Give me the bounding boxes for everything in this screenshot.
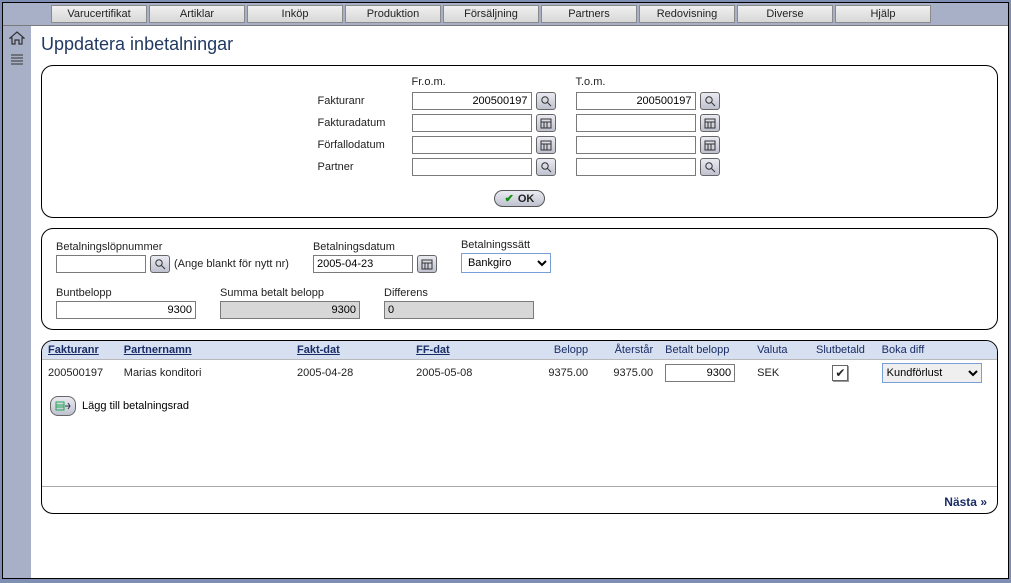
table-row: 200500197 Marias konditori 2005-04-28 20… (42, 360, 997, 387)
col-belopp: Belopp (529, 341, 594, 360)
search-icon[interactable] (536, 158, 556, 176)
fakturadatum-from-input[interactable] (412, 114, 532, 132)
list-icon[interactable] (8, 52, 26, 68)
col-ffdat[interactable]: FF-dat (410, 341, 529, 360)
ok-button[interactable]: ✔ OK (494, 190, 546, 207)
menu-partners[interactable]: Partners (541, 5, 637, 23)
check-icon: ✔ (505, 192, 514, 205)
menu-hjalp[interactable]: Hjälp (835, 5, 931, 23)
col-aterstar: Återstår (594, 341, 659, 360)
calendar-icon[interactable] (536, 114, 556, 132)
buntbelopp-label: Buntbelopp (56, 287, 196, 299)
from-header: Fr.o.m. (412, 76, 532, 88)
bokadiff-select[interactable]: Kundförlust (882, 363, 982, 383)
fakturadatum-to-input[interactable] (576, 114, 696, 132)
search-icon[interactable] (700, 158, 720, 176)
col-betalt: Betalt belopp (659, 341, 751, 360)
differens-input (384, 301, 534, 319)
menu-artiklar[interactable]: Artiklar (149, 5, 245, 23)
menu-varucertifikat[interactable]: Varucertifikat (51, 5, 147, 23)
menubar: Varucertifikat Artiklar Inköp Produktion… (3, 3, 1008, 26)
summa-label: Summa betalt belopp (220, 287, 360, 299)
slutbetald-checkbox[interactable]: ✔ (832, 365, 848, 381)
cell-belopp: 9375.00 (529, 360, 594, 387)
lopnr-label: Betalningslöpnummer (56, 241, 289, 253)
fakturanr-label: Fakturanr (318, 95, 408, 107)
cell-partnernamn: Marias konditori (118, 360, 291, 387)
col-slutbetald: Slutbetald (805, 341, 875, 360)
betalningsdatum-input[interactable] (313, 255, 413, 273)
partner-label: Partner (318, 161, 408, 173)
differens-label: Differens (384, 287, 534, 299)
lopnr-input[interactable] (56, 255, 146, 273)
forfallodatum-label: Förfallodatum (318, 139, 408, 151)
to-header: T.o.m. (576, 76, 696, 88)
page-title: Uppdatera inbetalningar (41, 34, 998, 55)
calendar-icon[interactable] (536, 136, 556, 154)
payment-panel: Betalningslöpnummer (Ange blankt för nyt… (41, 228, 998, 330)
summa-input (220, 301, 360, 319)
next-link[interactable]: Nästa » (944, 495, 987, 509)
cell-valuta: SEK (751, 360, 805, 387)
menu-forsaljning[interactable]: Försäljning (443, 5, 539, 23)
filter-panel: Fr.o.m. T.o.m. Fakturanr Fakturadatum (41, 65, 998, 218)
cell-fakturanr: 200500197 (42, 360, 118, 387)
calendar-icon[interactable] (700, 136, 720, 154)
menu-diverse[interactable]: Diverse (737, 5, 833, 23)
add-row-label[interactable]: Lägg till betalningsrad (82, 400, 189, 412)
betalningssatt-select[interactable]: Bankgiro (461, 253, 551, 273)
search-icon[interactable] (700, 92, 720, 110)
search-icon[interactable] (150, 255, 170, 273)
cell-aterstar: 9375.00 (594, 360, 659, 387)
ok-button-label: OK (518, 193, 535, 205)
forfallodatum-from-input[interactable] (412, 136, 532, 154)
home-icon[interactable] (8, 30, 26, 46)
fakturadatum-label: Fakturadatum (318, 117, 408, 129)
invoice-table-panel: Fakturanr Partnernamn Fakt-dat FF-dat Be… (41, 340, 998, 514)
invoice-table: Fakturanr Partnernamn Fakt-dat FF-dat Be… (42, 341, 997, 386)
menu-inkop[interactable]: Inköp (247, 5, 343, 23)
col-partnernamn[interactable]: Partnernamn (118, 341, 291, 360)
col-faktdat[interactable]: Fakt-dat (291, 341, 410, 360)
menu-redovisning[interactable]: Redovisning (639, 5, 735, 23)
add-row-icon[interactable] (50, 396, 76, 416)
partner-to-input[interactable] (576, 158, 696, 176)
cell-faktdat: 2005-04-28 (291, 360, 410, 387)
search-icon[interactable] (536, 92, 556, 110)
lopnr-hint: (Ange blankt för nytt nr) (174, 258, 289, 270)
col-bokadiff: Boka diff (876, 341, 997, 360)
calendar-icon[interactable] (700, 114, 720, 132)
betalt-input[interactable] (665, 364, 735, 382)
sidebar (3, 26, 31, 578)
betalningssatt-label: Betalningssätt (461, 239, 551, 251)
forfallodatum-to-input[interactable] (576, 136, 696, 154)
calendar-icon[interactable] (417, 255, 437, 273)
cell-ffdat: 2005-05-08 (410, 360, 529, 387)
menu-produktion[interactable]: Produktion (345, 5, 441, 23)
buntbelopp-input[interactable] (56, 301, 196, 319)
col-fakturanr[interactable]: Fakturanr (42, 341, 118, 360)
fakturanr-to-input[interactable] (576, 92, 696, 110)
fakturanr-from-input[interactable] (412, 92, 532, 110)
betalningsdatum-label: Betalningsdatum (313, 241, 437, 253)
col-valuta: Valuta (751, 341, 805, 360)
partner-from-input[interactable] (412, 158, 532, 176)
